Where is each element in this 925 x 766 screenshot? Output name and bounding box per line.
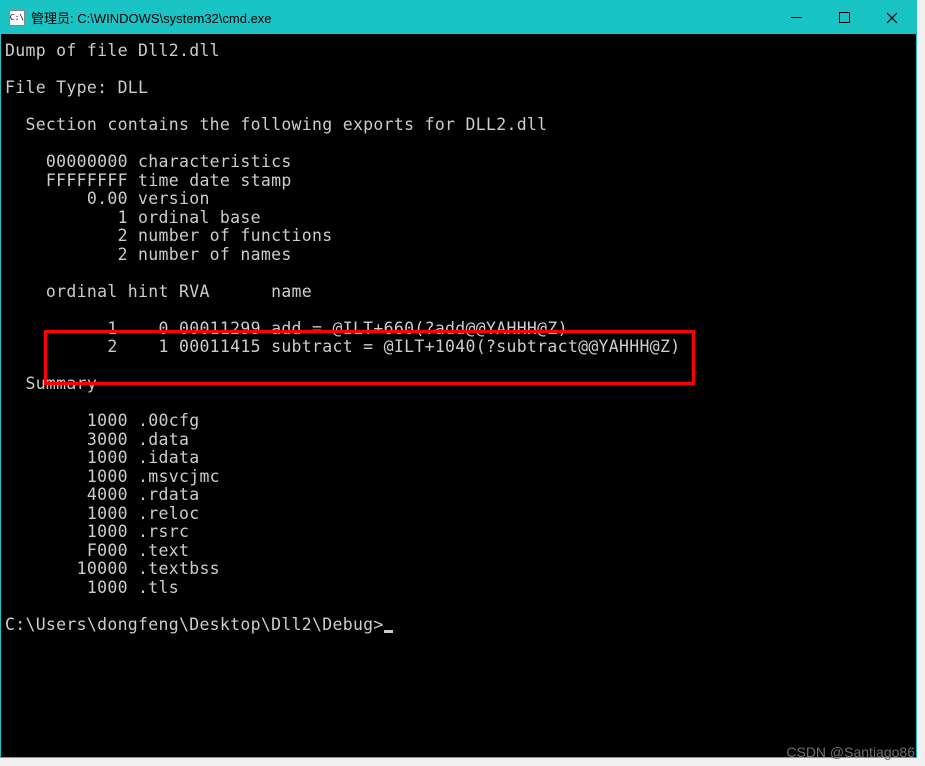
cursor	[384, 630, 393, 633]
app-icon: C:\	[9, 10, 25, 26]
export-row: 1 0 00011299 add = @ILT+660(?add@@YAHHH@…	[5, 319, 568, 338]
output-line: Dump of file Dll2.dll	[5, 41, 220, 60]
export-row: 2 1 00011415 subtract = @ILT+1040(?subtr…	[5, 337, 680, 356]
summary-row: 1000 .tls	[5, 578, 179, 597]
output-line: 2 number of functions	[5, 226, 332, 245]
output-line: Section contains the following exports f…	[5, 115, 547, 134]
output-line: 1 ordinal base	[5, 208, 261, 227]
summary-row: 1000 .reloc	[5, 504, 199, 523]
summary-header: Summary	[5, 374, 97, 393]
prompt: C:\Users\dongfeng\Desktop\Dll2\Debug>	[5, 615, 384, 634]
summary-row: 1000 .00cfg	[5, 411, 199, 430]
summary-row: 10000 .textbss	[5, 559, 220, 578]
output-line: File Type: DLL	[5, 78, 148, 97]
minimize-button[interactable]	[772, 1, 820, 34]
output-line: 0.00 version	[5, 189, 210, 208]
maximize-button[interactable]	[820, 1, 868, 34]
cmd-window: C:\ 管理员: C:\WINDOWS\system32\cmd.exe Dum…	[0, 0, 917, 758]
close-button[interactable]	[868, 1, 916, 34]
window-title: 管理员: C:\WINDOWS\system32\cmd.exe	[31, 8, 772, 27]
summary-row: 1000 .msvcjmc	[5, 467, 220, 486]
output-line: 00000000 characteristics	[5, 152, 292, 171]
summary-row: 1000 .idata	[5, 448, 199, 467]
watermark: CSDN @Santiago86	[786, 744, 915, 760]
window-controls	[772, 1, 916, 34]
summary-row: 4000 .rdata	[5, 485, 199, 504]
output-line: FFFFFFFF time date stamp	[5, 171, 292, 190]
export-table-header: ordinal hint RVA name	[5, 282, 312, 301]
summary-row: F000 .text	[5, 541, 189, 560]
titlebar[interactable]: C:\ 管理员: C:\WINDOWS\system32\cmd.exe	[1, 1, 916, 34]
summary-row: 3000 .data	[5, 430, 189, 449]
summary-row: 1000 .rsrc	[5, 522, 189, 541]
page-scrollbar[interactable]	[917, 35, 925, 755]
terminal-output[interactable]: Dump of file Dll2.dll File Type: DLL Sec…	[1, 34, 916, 757]
output-line: 2 number of names	[5, 245, 292, 264]
